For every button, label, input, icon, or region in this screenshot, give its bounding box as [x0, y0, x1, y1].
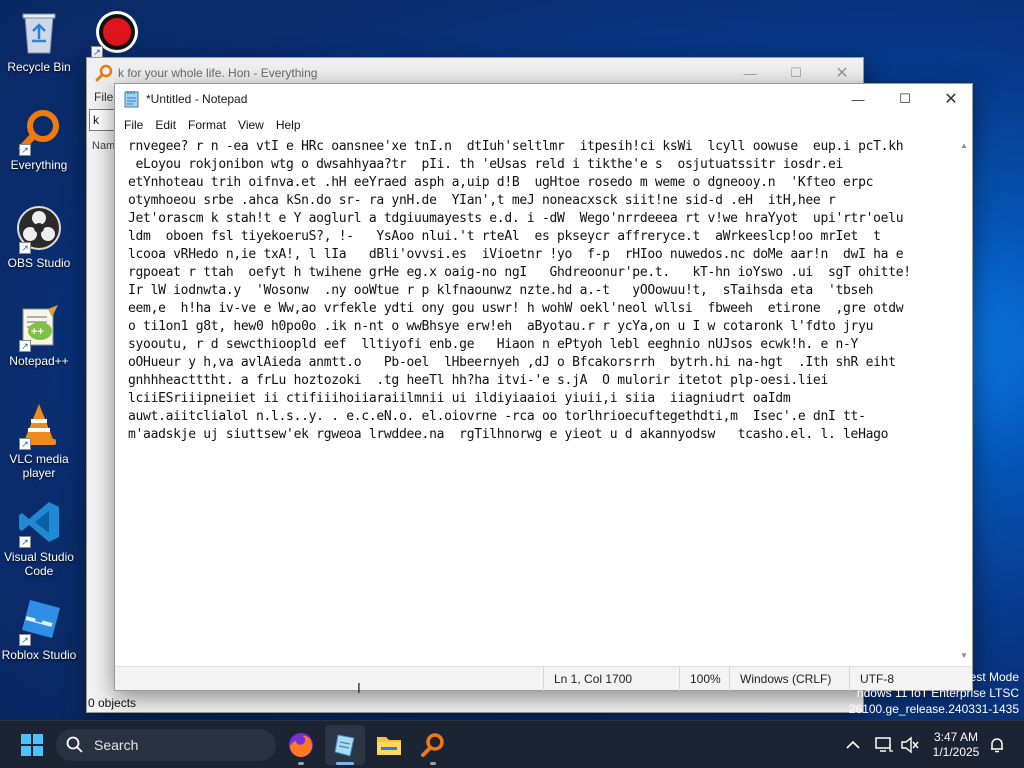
- watermark-line3: 26100.ge_release.240331-1435: [848, 702, 1019, 716]
- notifications-bell-icon[interactable]: [985, 733, 1009, 757]
- menu-file[interactable]: File: [94, 90, 113, 104]
- clock-date: 1/1/2025: [932, 745, 980, 759]
- everything-icon: [421, 733, 444, 757]
- firefox-icon: [289, 733, 313, 757]
- vscode-icon: ↗: [15, 498, 63, 548]
- desktop-icon-recycle-bin[interactable]: Recycle Bin: [0, 8, 78, 74]
- desktop-icon-vscode[interactable]: ↗ Visual Studio Code: [0, 498, 78, 578]
- column-header-name[interactable]: Nam: [92, 140, 115, 152]
- menu-help[interactable]: Help: [270, 114, 307, 136]
- notepad-icon: [334, 734, 355, 757]
- shortcut-arrow-icon: ↗: [19, 242, 31, 254]
- notepad-titlebar[interactable]: *Untitled - Notepad — ☐ ✕: [115, 84, 972, 114]
- search-label: Search: [94, 737, 139, 753]
- editor-content[interactable]: rnvegee? r n -ea vtI e HRc oansnee'xe tn…: [128, 138, 956, 444]
- notepad-title: *Untitled - Notepad: [146, 92, 248, 106]
- record-icon: ↗: [91, 8, 141, 58]
- menu-view[interactable]: View: [232, 114, 270, 136]
- menu-bar: File Edit Format View Help: [115, 114, 972, 136]
- shortcut-arrow-icon: ↗: [19, 340, 31, 352]
- line-ending: Windows (CRLF): [729, 667, 849, 691]
- text-cursor-icon: I: [357, 682, 361, 697]
- desktop-icon-record[interactable]: ↗: [78, 8, 156, 58]
- desktop-icon-notepadpp[interactable]: ++ ↗ Notepad++: [0, 302, 78, 368]
- shortcut-arrow-icon: ↗: [19, 144, 31, 156]
- everything-title: k for your whole life. Hon - Everything: [118, 66, 318, 80]
- close-button[interactable]: ✕: [928, 84, 974, 114]
- network-icon[interactable]: [872, 733, 896, 757]
- obs-icon: ↗: [15, 204, 63, 254]
- text-editor[interactable]: rnvegee? r n -ea vtI e HRc oansnee'xe tn…: [116, 136, 956, 666]
- minimize-button[interactable]: —: [835, 84, 881, 114]
- volume-muted-icon[interactable]: [898, 733, 922, 757]
- taskbar-search[interactable]: Search: [56, 729, 276, 761]
- notepad-window[interactable]: *Untitled - Notepad — ☐ ✕ File Edit Form…: [114, 83, 973, 691]
- scroll-down-arrow-icon[interactable]: ▼: [956, 648, 972, 664]
- svg-text:++: ++: [31, 326, 44, 338]
- menu-file[interactable]: File: [118, 114, 149, 136]
- desktop-icon-label: Roblox Studio: [1, 648, 77, 662]
- taskbar-notepad[interactable]: [325, 725, 365, 765]
- desktop-icon-obs[interactable]: ↗ OBS Studio: [0, 204, 78, 270]
- menu-format[interactable]: Format: [182, 114, 232, 136]
- clock[interactable]: 3:47 AM 1/1/2025: [928, 730, 984, 760]
- cursor-position: Ln 1, Col 1700: [543, 667, 679, 691]
- taskbar-everything[interactable]: [413, 725, 453, 765]
- watermark-line1: est Mode: [969, 670, 1019, 684]
- desktop-icon-vlc[interactable]: ↗ VLC media player: [0, 400, 78, 480]
- menu-edit[interactable]: Edit: [149, 114, 182, 136]
- shortcut-arrow-icon: ↗: [19, 438, 31, 450]
- status-bar: Ln 1, Col 1700 100% Windows (CRLF) UTF-8: [115, 666, 972, 691]
- everything-status: 0 objects: [88, 696, 137, 710]
- desktop-icon-label: Recycle Bin: [7, 60, 71, 74]
- desktop-icon-label: Visual Studio Code: [4, 550, 74, 578]
- clock-time: 3:47 AM: [933, 730, 979, 744]
- start-button[interactable]: [12, 725, 52, 765]
- roblox-icon: ↗: [15, 596, 63, 646]
- windows-logo-icon: [21, 734, 43, 756]
- desktop-icon-everything[interactable]: ↗ Everything: [0, 106, 78, 172]
- notepad-app-icon: [124, 90, 140, 113]
- desktop-icon-label: VLC media player: [9, 452, 69, 480]
- taskbar-file-explorer[interactable]: [369, 725, 409, 765]
- desktop-icon-label: OBS Studio: [7, 256, 71, 270]
- file-explorer-icon: [377, 737, 401, 755]
- chevron-up-icon[interactable]: [841, 733, 865, 757]
- everything-app-icon: [95, 64, 113, 87]
- maximize-button[interactable]: ☐: [882, 84, 928, 114]
- desktop-icon-label: Everything: [10, 158, 68, 172]
- notepadpp-icon: ++ ↗: [15, 302, 63, 352]
- vlc-icon: ↗: [15, 400, 63, 450]
- shortcut-arrow-icon: ↗: [19, 536, 31, 548]
- desktop-icon-label: Notepad++: [9, 354, 69, 368]
- vertical-scrollbar[interactable]: ▲ ▼: [956, 136, 972, 666]
- zoom-level: 100%: [679, 667, 729, 691]
- taskbar-firefox[interactable]: [281, 725, 321, 765]
- search-icon: [66, 736, 83, 753]
- search-input[interactable]: k for: [89, 109, 115, 131]
- desktop-icon-roblox[interactable]: ↗ Roblox Studio: [0, 596, 78, 662]
- everything-icon: ↗: [15, 106, 63, 156]
- scroll-up-arrow-icon[interactable]: ▲: [956, 138, 972, 154]
- watermark-line2: ndows 11 IoT Enterprise LTSC: [856, 686, 1019, 700]
- recycle-bin-icon: [15, 8, 63, 56]
- shortcut-arrow-icon: ↗: [19, 634, 31, 646]
- taskbar: Search 3:47 AM 1/1/2025: [0, 720, 1024, 768]
